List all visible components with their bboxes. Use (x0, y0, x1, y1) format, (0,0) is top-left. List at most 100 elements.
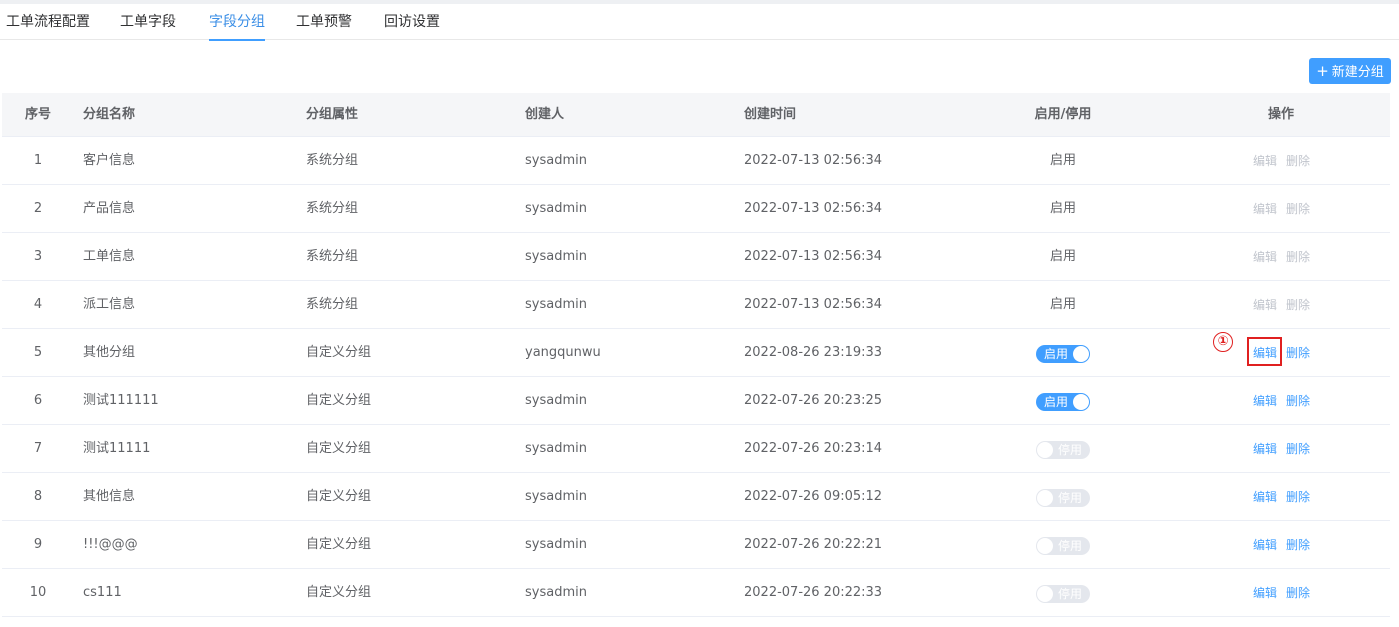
toggle-knob (1037, 538, 1053, 554)
delete-link[interactable]: 删除 (1286, 233, 1310, 281)
cell-type: 自定义分组 (306, 537, 372, 552)
cell-name: 产品信息 (83, 201, 136, 216)
delete-link[interactable]: 删除 (1286, 521, 1310, 569)
status-text: 启用 (1049, 201, 1077, 216)
tab-field-groups[interactable]: 字段分组 (209, 4, 265, 41)
status-toggle[interactable]: 停用 (1036, 489, 1090, 507)
groups-table: 序号 分组名称 分组属性 创建人 创建时间 启用/停用 操作 1 客户信息系统分组… (2, 93, 1390, 617)
status-toggle-label: 停用 (1057, 539, 1082, 553)
new-group-button[interactable]: + 新建分组 (1309, 58, 1391, 84)
delete-link[interactable]: 删除 (1286, 185, 1310, 233)
cell-created: 2022-07-26 20:22:33 (744, 585, 883, 600)
table-body: 1 客户信息 系统分组 sysadmin 2022-07-13 02:56:34 启用 编辑… (2, 137, 1390, 617)
toggle-knob (1073, 394, 1089, 410)
cell-created: 2022-07-13 02:56:34 (744, 153, 883, 168)
cell-no: 1 (33, 153, 43, 168)
delete-link[interactable]: 删除 (1286, 569, 1310, 617)
toggle-knob (1073, 346, 1089, 362)
delete-link[interactable]: 删除 (1286, 281, 1310, 329)
toggle-knob (1037, 586, 1053, 602)
table-row: 8 其他信息 自定义分组 sysadmin 2022-07-26 09:05:12 停用 编… (2, 473, 1390, 521)
table-row: 3 工单信息 系统分组 sysadmin 2022-07-13 02:56:34 启用 编辑… (2, 233, 1390, 281)
cell-created: 2022-07-26 09:05:12 (744, 489, 883, 504)
col-header-actions: 操作 (1267, 107, 1295, 122)
tab-ticket-fields[interactable]: 工单字段 (120, 4, 176, 40)
table-row: 7 测试11111 自定义分组 sysadmin 2022-07-26 20:23:14… (2, 425, 1390, 473)
status-toggle-label: 停用 (1057, 491, 1082, 505)
col-header-creator: 创建人 (525, 107, 565, 122)
cell-creator: sysadmin (525, 201, 587, 216)
table-row: 6 测试111111 自定义分组 sysadmin 2022-07-26 20:23:2… (2, 377, 1390, 425)
cell-no: 5 (33, 345, 43, 360)
delete-link[interactable]: 删除 (1286, 329, 1310, 377)
cell-name: !!!@@@ (83, 537, 138, 552)
cell-no: 8 (33, 489, 43, 504)
cell-no: 7 (33, 441, 43, 456)
edit-link[interactable]: 编辑 (1253, 377, 1277, 425)
cell-name: 派工信息 (83, 297, 136, 312)
edit-link[interactable]: 编辑 (1253, 281, 1277, 329)
table-row: 5 其他分组 自定义分组 yangqunwu 2022-08-26 23:19:33 启用… (2, 329, 1390, 377)
toggle-knob (1037, 442, 1053, 458)
tab-bar: 工单流程配置 工单字段 字段分组 工单预警 回访设置 (0, 4, 1399, 41)
edit-link[interactable]: 编辑 (1253, 137, 1277, 185)
status-toggle-label: 启用 (1044, 347, 1069, 361)
cell-name: 其他信息 (83, 489, 136, 504)
cell-created: 2022-07-13 02:56:34 (744, 201, 883, 216)
annotation-highlight-box (1247, 337, 1282, 366)
cell-type: 系统分组 (306, 249, 359, 264)
cell-creator: sysadmin (525, 153, 587, 168)
cell-creator: yangqunwu (525, 345, 601, 360)
cell-name: 客户信息 (83, 153, 136, 168)
col-header-no: 序号 (24, 107, 52, 122)
cell-name: 测试111111 (83, 393, 159, 408)
plus-icon: + (1316, 62, 1329, 80)
cell-created: 2022-07-26 20:23:25 (744, 393, 883, 408)
cell-no: 2 (33, 201, 43, 216)
cell-created: 2022-07-26 20:23:14 (744, 441, 883, 456)
edit-link[interactable]: 编辑 (1253, 569, 1277, 617)
cell-no: 6 (33, 393, 43, 408)
cell-created: 2022-07-13 02:56:34 (744, 249, 883, 264)
cell-creator: sysadmin (525, 585, 587, 600)
status-toggle[interactable]: 停用 (1036, 537, 1090, 555)
status-toggle[interactable]: 停用 (1036, 441, 1090, 459)
table-row: 1 客户信息 系统分组 sysadmin 2022-07-13 02:56:34 启用 编辑… (2, 137, 1390, 185)
cell-type: 自定义分组 (306, 489, 372, 504)
edit-link[interactable]: 编辑 (1253, 425, 1277, 473)
delete-link[interactable]: 删除 (1286, 425, 1310, 473)
delete-link[interactable]: 删除 (1286, 377, 1310, 425)
status-text: 启用 (1049, 249, 1077, 264)
status-toggle[interactable]: 停用 (1036, 585, 1090, 603)
cell-name: 其他分组 (83, 345, 136, 360)
edit-link[interactable]: 编辑 (1253, 233, 1277, 281)
table-row: 2 产品信息 系统分组 sysadmin 2022-07-13 02:56:34 启用 编辑… (2, 185, 1390, 233)
cell-type: 自定义分组 (306, 585, 372, 600)
col-header-status: 启用/停用 (1034, 107, 1092, 122)
cell-created: 2022-07-26 20:22:21 (744, 537, 883, 552)
edit-link[interactable]: 编辑 (1253, 521, 1277, 569)
cell-creator: sysadmin (525, 393, 587, 408)
edit-link[interactable]: 编辑 (1253, 473, 1277, 521)
tab-workflow-config[interactable]: 工单流程配置 (6, 4, 90, 40)
status-toggle[interactable]: 启用 (1036, 345, 1090, 363)
col-header-type: 分组属性 (306, 107, 359, 122)
toggle-knob (1037, 490, 1053, 506)
table-row: 10 cs111 自定义分组 sysadmin 2022-07-26 20:22:33 停… (2, 569, 1390, 617)
delete-link[interactable]: 删除 (1286, 137, 1310, 185)
cell-no: 3 (33, 249, 43, 264)
edit-link[interactable]: 编辑 (1253, 185, 1277, 233)
cell-creator: sysadmin (525, 297, 587, 312)
tab-callback-settings[interactable]: 回访设置 (384, 4, 440, 40)
tab-ticket-alerts[interactable]: 工单预警 (296, 4, 352, 40)
table-row: 9 !!!@@@ 自定义分组 sysadmin 2022-07-26 20:22:21 停… (2, 521, 1390, 569)
col-header-name: 分组名称 (83, 107, 136, 122)
table-header: 序号 分组名称 分组属性 创建人 创建时间 启用/停用 操作 (2, 93, 1390, 137)
table-row: 4 派工信息 系统分组 sysadmin 2022-07-13 02:56:34 启用 编辑… (2, 281, 1390, 329)
status-toggle[interactable]: 启用 (1036, 393, 1090, 411)
status-toggle-label: 停用 (1057, 587, 1082, 601)
cell-no: 10 (29, 585, 47, 600)
cell-type: 系统分组 (306, 297, 359, 312)
cell-type: 自定义分组 (306, 393, 372, 408)
delete-link[interactable]: 删除 (1286, 473, 1310, 521)
